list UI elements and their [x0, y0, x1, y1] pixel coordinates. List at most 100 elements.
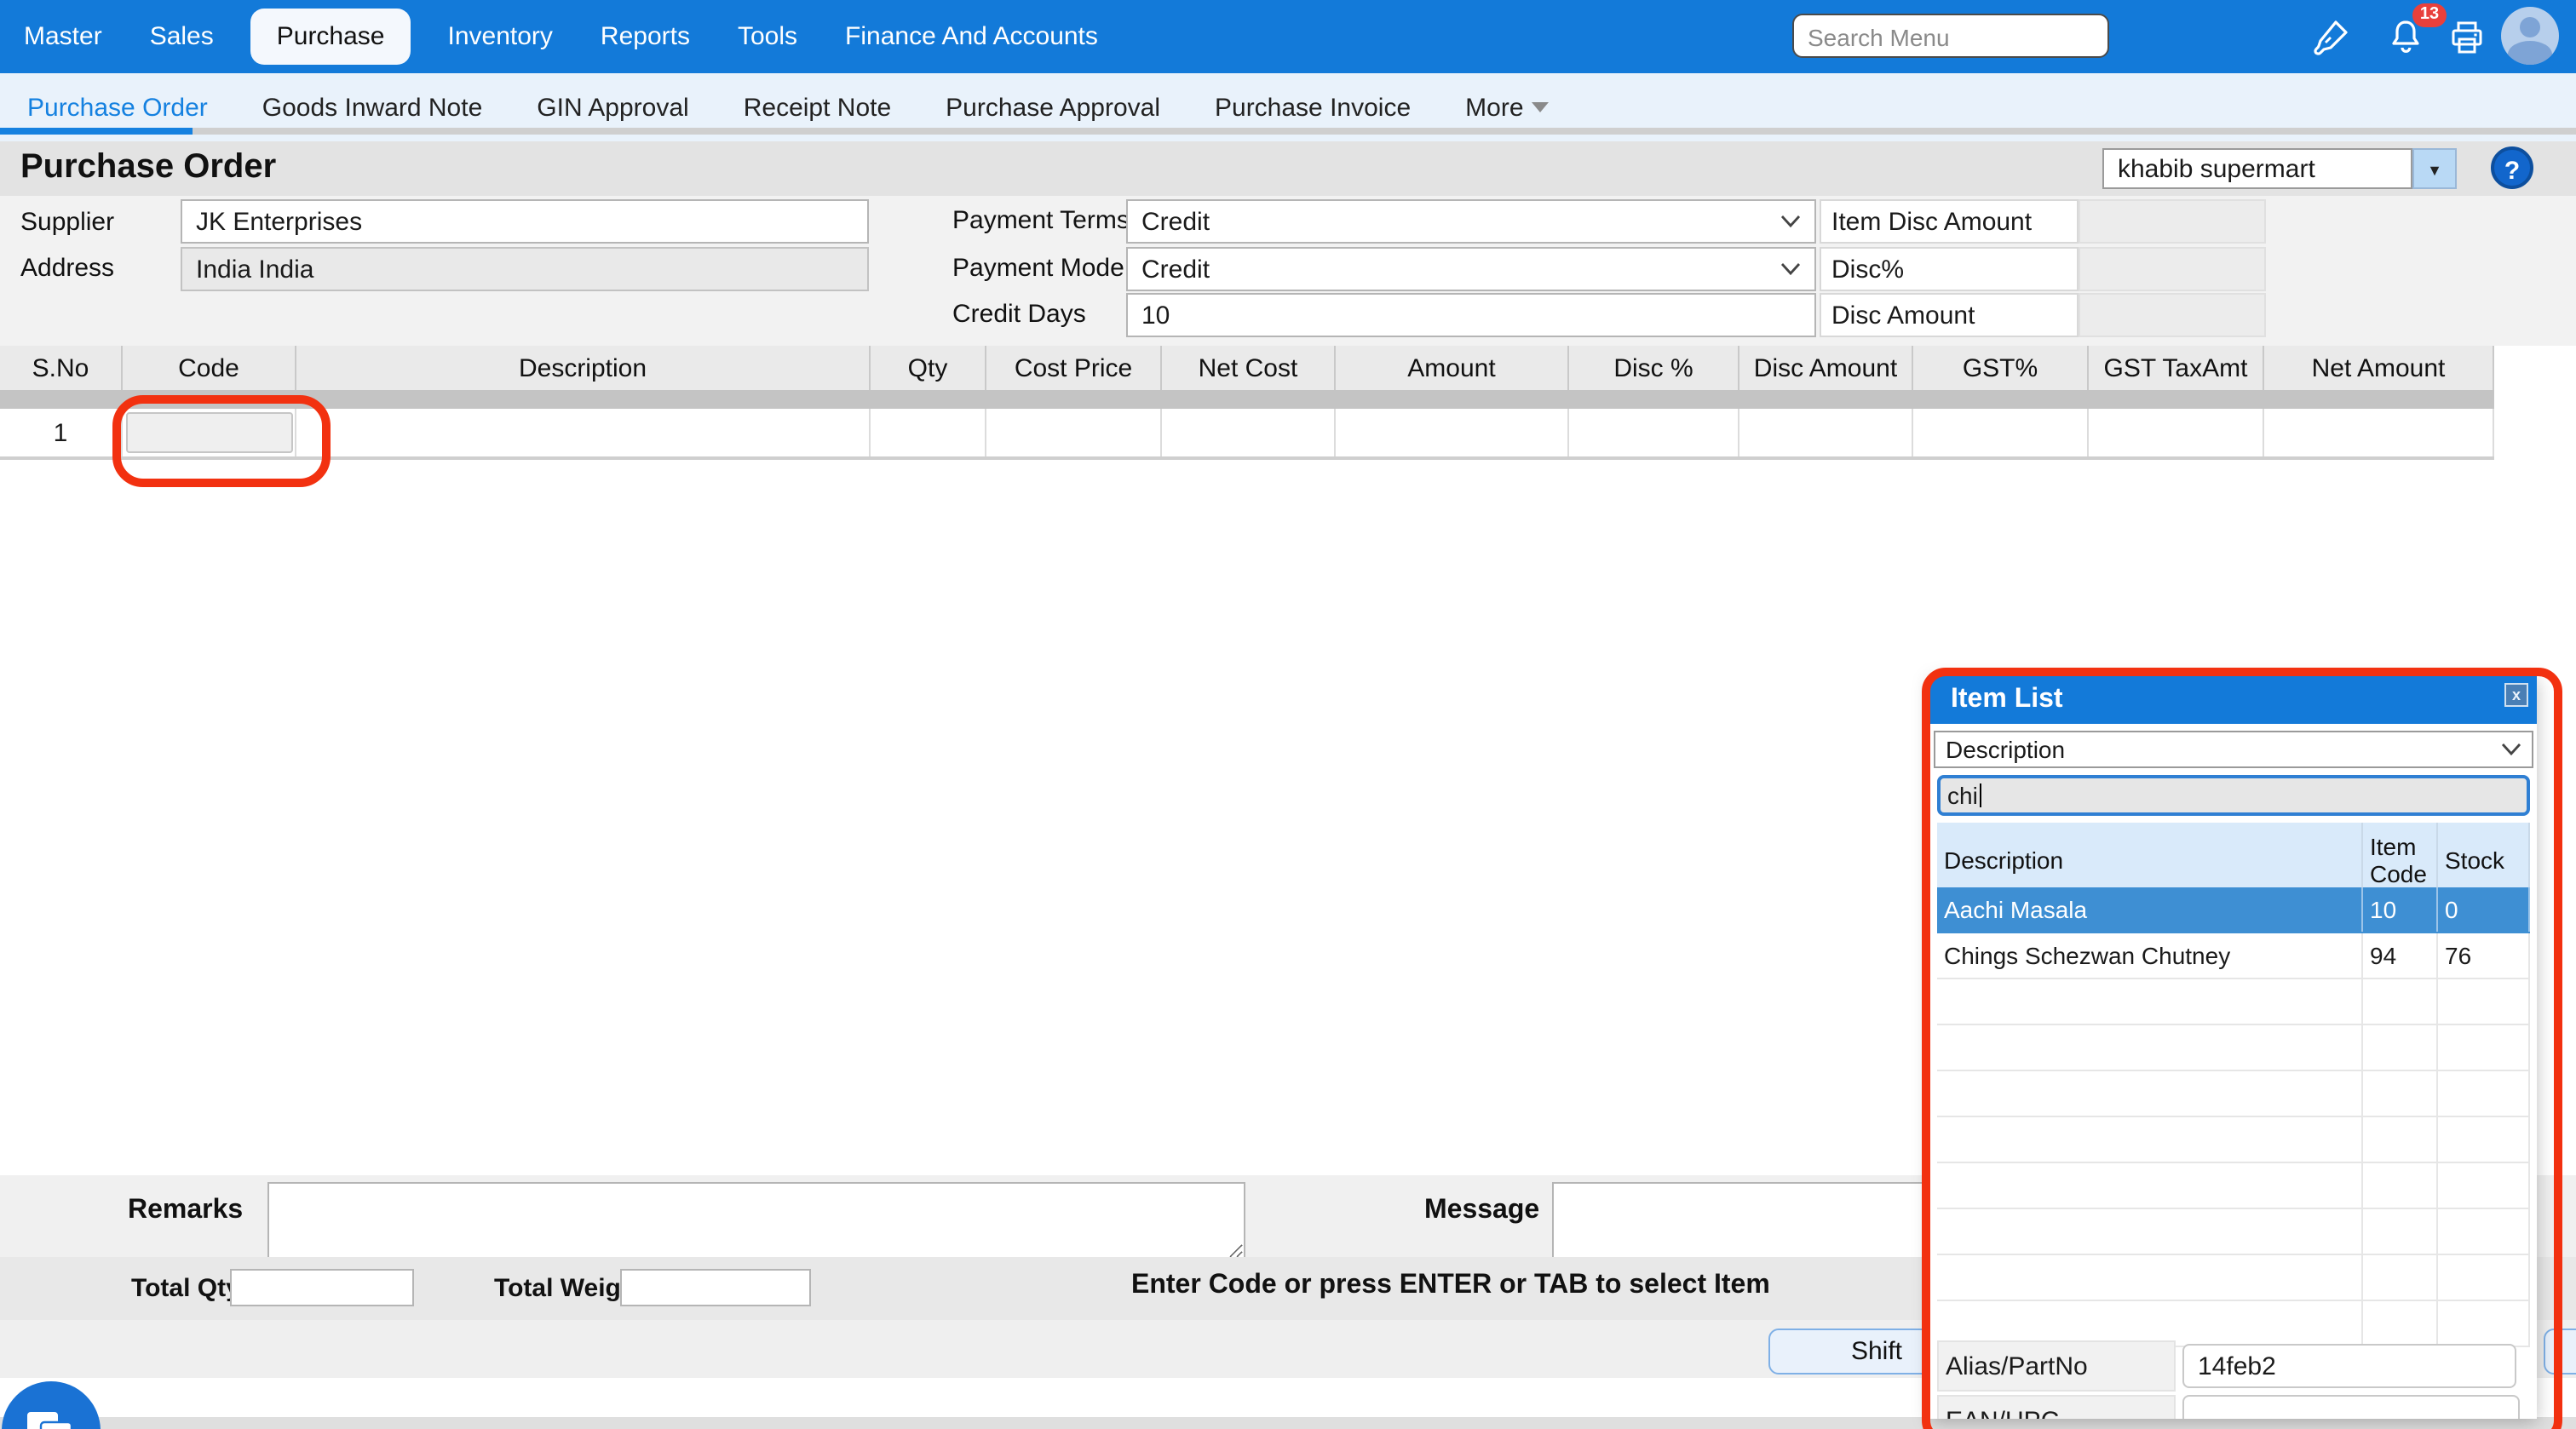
- item-list-row[interactable]: [1937, 1209, 2530, 1255]
- item-list-row[interactable]: [1937, 1025, 2530, 1071]
- items-table-header-cell[interactable]: Amount: [1336, 346, 1569, 390]
- items-table-header-cell[interactable]: Qty: [871, 346, 986, 390]
- text-cursor: [1980, 783, 1982, 807]
- payment-mode-select[interactable]: Credit: [1126, 247, 1816, 291]
- items-table-cell[interactable]: [1913, 409, 2089, 456]
- item-list-row[interactable]: [1937, 1071, 2530, 1117]
- total-qty-input[interactable]: [230, 1269, 414, 1306]
- chevron-down-icon: [1780, 215, 1801, 228]
- store-selector-arrow-icon[interactable]: ▼: [2412, 148, 2457, 189]
- payment-terms-value: Credit: [1141, 207, 1210, 236]
- subnav-tab-gin-approval[interactable]: GIN Approval: [537, 93, 688, 122]
- search-menu-input[interactable]: Search Menu: [1792, 14, 2109, 58]
- bottom-strip: [0, 1417, 2576, 1429]
- items-table-header-cell[interactable]: GST%: [1913, 346, 2089, 390]
- top-nav-item-tools[interactable]: Tools: [738, 22, 797, 51]
- partial-button-right-edge[interactable]: [2544, 1329, 2576, 1374]
- item-list-row[interactable]: [1937, 979, 2530, 1025]
- top-nav-item-master[interactable]: Master: [24, 22, 102, 51]
- close-icon[interactable]: x: [2504, 683, 2528, 707]
- item-list-cell: [2438, 1209, 2530, 1254]
- subnav-tab-receipt-note[interactable]: Receipt Note: [744, 93, 891, 122]
- items-table-header-cell[interactable]: Cost Price: [986, 346, 1162, 390]
- code-cell-input[interactable]: [125, 412, 292, 453]
- remarks-label: Remarks: [128, 1196, 243, 1226]
- items-table-cell[interactable]: [2089, 409, 2264, 456]
- items-table-cell[interactable]: [2264, 409, 2494, 456]
- item-list-cell: 76: [2438, 933, 2530, 978]
- subnav-tab-purchase-order[interactable]: Purchase Order: [27, 93, 208, 122]
- address-input: India India: [181, 247, 869, 291]
- subnav-scrollbar[interactable]: [193, 128, 2576, 135]
- items-table-cell[interactable]: [123, 409, 296, 456]
- item-list-cell: Aachi Masala: [1937, 887, 2363, 932]
- chat-fab[interactable]: [2, 1381, 101, 1429]
- items-table-cell[interactable]: [296, 409, 871, 456]
- items-table-header-cell[interactable]: Code: [123, 346, 296, 390]
- items-table-cell[interactable]: [986, 409, 1162, 456]
- subnav-tab-purchase-approval[interactable]: Purchase Approval: [946, 93, 1160, 122]
- items-table-cell[interactable]: [1569, 409, 1739, 456]
- items-table-header-cell[interactable]: Net Cost: [1162, 346, 1336, 390]
- items-table-cell[interactable]: [1739, 409, 1913, 456]
- items-table-header-cell[interactable]: Description: [296, 346, 871, 390]
- alias-partno-row: Alias/PartNo 14feb2: [1937, 1340, 2530, 1392]
- alias-partno-input[interactable]: 14feb2: [2182, 1344, 2516, 1388]
- total-weight-input[interactable]: [620, 1269, 811, 1306]
- items-table-cell[interactable]: 1: [0, 409, 123, 456]
- item-list-cell: [1937, 1209, 2363, 1254]
- item-list-row[interactable]: [1937, 1255, 2530, 1301]
- store-selector[interactable]: khabib supermart: [2102, 148, 2412, 189]
- items-table-header-cell[interactable]: GST TaxAmt: [2089, 346, 2264, 390]
- top-nav-item-reports[interactable]: Reports: [601, 22, 690, 51]
- top-nav-item-finance-and-accounts[interactable]: Finance And Accounts: [845, 22, 1098, 51]
- chevron-down-icon: [1780, 262, 1801, 276]
- item-list-cell: 94: [2363, 933, 2438, 978]
- item-list-cell: [2438, 1025, 2530, 1070]
- chat-bubbles-icon: [22, 1405, 80, 1429]
- payment-terms-select[interactable]: Credit: [1126, 199, 1816, 244]
- theme-brush-icon[interactable]: [2310, 17, 2351, 58]
- chevron-down-icon: [2501, 743, 2521, 756]
- item-list-cell: [1937, 1163, 2363, 1208]
- items-table-header-cell[interactable]: Disc Amount: [1739, 346, 1913, 390]
- item-list-cell: [2438, 1117, 2530, 1162]
- item-list-cell: [2438, 1301, 2530, 1346]
- item-list-row[interactable]: [1937, 1117, 2530, 1163]
- active-tab-underline: [0, 128, 193, 135]
- item-list-filter-value: Description: [1946, 736, 2065, 763]
- item-list-cell: [2438, 979, 2530, 1024]
- items-table-header-cell[interactable]: Net Amount: [2264, 346, 2494, 390]
- item-list-cell: [1937, 1025, 2363, 1070]
- top-nav-item-sales[interactable]: Sales: [150, 22, 214, 51]
- remarks-textarea[interactable]: [267, 1182, 1245, 1260]
- items-table-header-cell[interactable]: S.No: [0, 346, 123, 390]
- user-avatar[interactable]: [2501, 7, 2559, 65]
- ean-upc-input[interactable]: [2182, 1395, 2520, 1419]
- item-list-cell: [2363, 979, 2438, 1024]
- top-nav-item-inventory[interactable]: Inventory: [448, 22, 553, 51]
- item-list-row[interactable]: [1937, 1163, 2530, 1209]
- subnav-tab-purchase-invoice[interactable]: Purchase Invoice: [1215, 93, 1411, 122]
- subnav-tab-more[interactable]: More: [1465, 93, 1549, 122]
- item-list-row[interactable]: Chings Schezwan Chutney9476: [1937, 933, 2530, 979]
- supplier-input[interactable]: JK Enterprises: [181, 199, 869, 244]
- items-table-cell[interactable]: [871, 409, 986, 456]
- disc-pct-label: Disc%: [1820, 247, 2079, 291]
- credit-days-input[interactable]: 10: [1126, 293, 1816, 337]
- item-list-cell: [2363, 1071, 2438, 1116]
- subnav-tab-goods-inward-note[interactable]: Goods Inward Note: [262, 93, 483, 122]
- help-icon[interactable]: ?: [2491, 146, 2533, 189]
- item-list-search-input[interactable]: chi: [1937, 775, 2530, 816]
- item-list-row[interactable]: Aachi Masala100: [1937, 887, 2530, 933]
- top-nav-item-purchase[interactable]: Purchase: [251, 9, 411, 65]
- items-table-header-cell[interactable]: Disc %: [1569, 346, 1739, 390]
- print-icon[interactable]: [2447, 17, 2487, 58]
- address-label: Address: [20, 254, 114, 283]
- item-list-cell: [2363, 1163, 2438, 1208]
- item-list-filter-select[interactable]: Description: [1934, 731, 2533, 768]
- top-nav: Master Sales Purchase Inventory Reports …: [0, 0, 2576, 73]
- item-list-cell: [1937, 1255, 2363, 1300]
- items-table-cell[interactable]: [1336, 409, 1569, 456]
- items-table-cell[interactable]: [1162, 409, 1336, 456]
